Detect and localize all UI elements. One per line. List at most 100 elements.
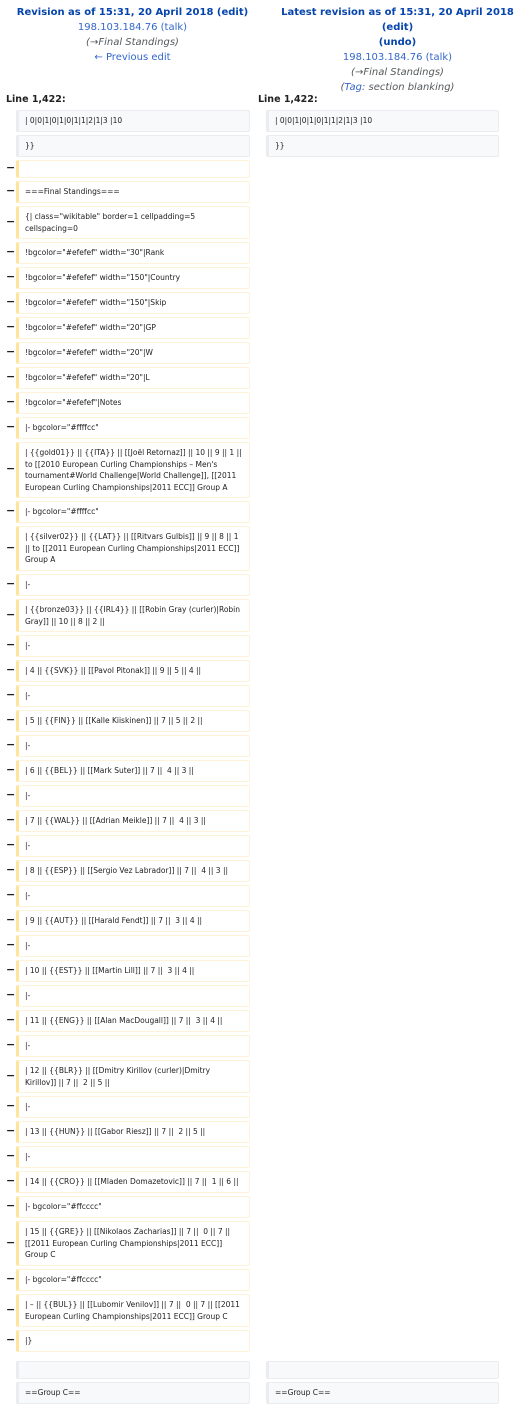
deletion-marker: −: [6, 688, 16, 701]
deletion-marker: −: [6, 1174, 16, 1187]
old-revision-user-link[interactable]: 198.103.184.76: [78, 22, 158, 33]
deletion-marker: −: [6, 1302, 16, 1316]
deleted-line: |-: [16, 1035, 250, 1057]
deletion-marker: −: [6, 395, 16, 408]
deleted-line: !bgcolor="#efefef" width="20"|GP: [16, 317, 250, 339]
deletion-marker: −: [6, 540, 16, 554]
tag-link[interactable]: Tag: [344, 82, 362, 93]
deletion-marker: −: [6, 214, 16, 228]
deleted-line: ===Final Standings===: [16, 181, 250, 203]
new-revision-user-line: 198.103.184.76 (talk): [265, 50, 530, 65]
deleted-line: | 5 || {{FIN}} || [[Kalle Kiiskinen]] ||…: [16, 710, 250, 732]
deletion-marker: −: [6, 763, 16, 776]
deleted-line: | {{gold01}} || {{ITA}} || [[Joël Retorn…: [16, 442, 250, 498]
deleted-line: |-: [16, 574, 250, 596]
old-revision-section-link[interactable]: Final Standings: [98, 37, 175, 48]
deleted-line: | 13 || {{HUN}} || [[Gabor Riesz]] || 7 …: [16, 1121, 250, 1143]
context-line-right: [266, 1361, 499, 1379]
undo-link[interactable]: (undo): [379, 37, 416, 48]
deleted-line: |-: [16, 835, 250, 857]
old-revision-title-line: Revision as of 15:31, 20 April 2018 (edi…: [0, 5, 265, 20]
deleted-line: |-: [16, 785, 250, 807]
deletion-marker: −: [6, 1272, 16, 1285]
deletion-marker: −: [6, 1068, 16, 1082]
old-revision-edit-link[interactable]: (edit): [217, 7, 248, 18]
deleted-line: | 10 || {{EST}} || [[Martin Lill]] || 7 …: [16, 960, 250, 982]
new-revision-comment: (→Final Standings): [265, 65, 530, 80]
new-revision-section-link[interactable]: Final Standings: [363, 67, 440, 78]
old-revision-talk-link[interactable]: (talk): [161, 22, 187, 33]
deleted-line: {| class="wikitable" border=1 cellpaddin…: [16, 206, 250, 239]
deleted-line: | 12 || {{BLR}} || [[Dmitry Kirillov (cu…: [16, 1060, 250, 1093]
deletion-marker: −: [6, 1149, 16, 1162]
deleted-line: !bgcolor="#efefef" width="20"|W: [16, 342, 250, 364]
old-revision-header: Revision as of 15:31, 20 April 2018 (edi…: [0, 5, 265, 65]
new-revision-user-link[interactable]: 198.103.184.76: [343, 52, 423, 63]
deleted-line: !bgcolor="#efefef"|Notes: [16, 392, 250, 414]
line-number-right: Line 1,422:: [258, 94, 318, 105]
deleted-line: |- bgcolor="#ffffcc": [16, 501, 250, 523]
deletion-marker: −: [6, 638, 16, 651]
deleted-line: |-: [16, 935, 250, 957]
deletion-marker: −: [6, 295, 16, 308]
deleted-line: | 4 || {{SVK}} || [[Pavol Pitonak]] || 9…: [16, 660, 250, 682]
deletion-marker: −: [6, 184, 16, 197]
deletion-marker: −: [6, 345, 16, 358]
deleted-line: |}: [16, 1330, 250, 1352]
deletion-marker: −: [6, 320, 16, 333]
deleted-line: | 8 || {{ESP}} || [[Sergio Vez Labrador]…: [16, 860, 250, 882]
deletion-marker: −: [6, 1199, 16, 1212]
deleted-line: | 6 || {{BEL}} || [[Mark Suter]] || 7 ||…: [16, 760, 250, 782]
deletion-marker: −: [6, 738, 16, 751]
deletion-marker: −: [6, 838, 16, 851]
deletion-marker: −: [6, 245, 16, 258]
new-revision-title-link[interactable]: Latest revision as of 15:31, 20 April 20…: [281, 7, 514, 18]
deleted-line: | {{silver02}} || {{LAT}} || [[Ritvars G…: [16, 526, 250, 571]
deleted-line: | 14 || {{CRO}} || [[Mladen Domazetovic]…: [16, 1171, 250, 1193]
deleted-line: [16, 160, 250, 178]
comment-end: ): [440, 67, 444, 78]
tag-rest: : section blanking): [361, 82, 455, 93]
deleted-line: |- bgcolor="#ffcccc": [16, 1269, 250, 1291]
deleted-line: !bgcolor="#efefef" width="150"|Skip: [16, 292, 250, 314]
deleted-line: |-: [16, 685, 250, 707]
deleted-line: |-: [16, 635, 250, 657]
context-line-right: | 0|0|1|0|1|0|1|1|2|1|3 |10: [266, 110, 499, 132]
deletion-marker: −: [6, 577, 16, 590]
deletion-marker: −: [6, 1235, 16, 1249]
deletion-marker: −: [6, 1038, 16, 1051]
deleted-line: |-: [16, 985, 250, 1007]
context-line-left: ==Group C==: [16, 1382, 250, 1404]
previous-edit-link[interactable]: ← Previous edit: [94, 52, 170, 63]
deletion-marker: −: [6, 963, 16, 976]
new-revision-edit-link[interactable]: (edit): [382, 22, 413, 33]
tag-line: (Tag: section blanking): [265, 80, 530, 95]
new-revision-header: Latest revision as of 15:31, 20 April 20…: [265, 5, 530, 95]
deletion-marker: −: [6, 1124, 16, 1137]
deletion-marker: −: [6, 913, 16, 926]
deleted-line: | 11 || {{ENG}} || [[Alan MacDougall]] |…: [16, 1010, 250, 1032]
old-revision-user-line: 198.103.184.76 (talk): [0, 20, 265, 35]
comment-arrow: (→: [86, 37, 99, 48]
deletion-marker: −: [6, 663, 16, 676]
old-revision-title-link[interactable]: Revision as of 15:31, 20 April 2018: [17, 7, 214, 18]
deletion-marker: −: [6, 713, 16, 726]
comment-arrow: (→: [351, 67, 364, 78]
context-line-right: ==Group C==: [266, 1382, 499, 1404]
deleted-line: | 9 || {{AUT}} || [[Harald Fendt]] || 7 …: [16, 910, 250, 932]
deleted-line: |-: [16, 1096, 250, 1118]
old-revision-comment: (→Final Standings): [0, 35, 265, 50]
deleted-line: |-: [16, 885, 250, 907]
deletion-marker: −: [6, 788, 16, 801]
deleted-line: | – || {{BUL}} || [[Lubomir Venilov]] ||…: [16, 1294, 250, 1327]
new-revision-talk-link[interactable]: (talk): [426, 52, 452, 63]
deleted-line: |- bgcolor="#ffcccc": [16, 1196, 250, 1218]
deletion-marker: −: [6, 888, 16, 901]
deletion-marker: −: [6, 988, 16, 1001]
deletion-marker: −: [6, 1333, 16, 1346]
context-line-left: }}: [16, 135, 250, 157]
deletion-marker: −: [6, 270, 16, 283]
deleted-line: | 15 || {{GRE}} || [[Nikolaos Zacharias]…: [16, 1221, 250, 1266]
deletion-marker: −: [6, 938, 16, 951]
context-line-left: | 0|0|1|0|1|0|1|1|2|1|3 |10: [16, 110, 250, 132]
